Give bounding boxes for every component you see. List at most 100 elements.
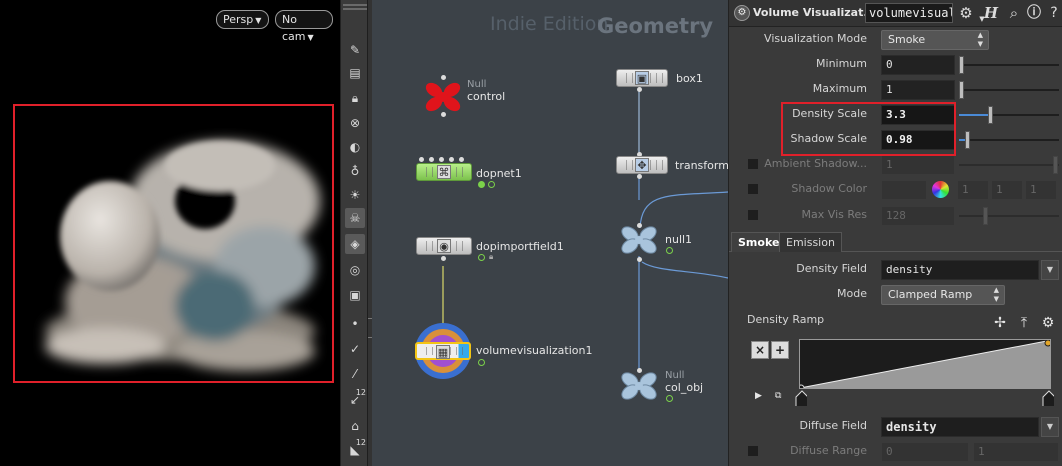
display-options-icon[interactable]: ▤ [345, 63, 365, 83]
ramp-add-key-button[interactable]: + [771, 341, 789, 359]
headlight-icon[interactable]: ☀ [345, 185, 365, 205]
search-icon[interactable]: ⌕ [1005, 4, 1023, 22]
null-node-shape[interactable] [619, 222, 659, 258]
output-port[interactable] [637, 87, 642, 92]
diffuse-range-min-field[interactable]: 0 [881, 442, 969, 462]
diffuse-range-max-field[interactable]: 1 [973, 442, 1059, 462]
output-port[interactable] [637, 257, 642, 262]
scene-viewport[interactable]: Persp ▼ No cam ▼ [0, 0, 340, 466]
display-flag-icon[interactable] [666, 395, 673, 402]
slider-handle[interactable] [959, 81, 964, 99]
node-body[interactable]: ⌘ [416, 163, 472, 181]
play-icon[interactable]: ▶ [755, 390, 767, 402]
target-icon[interactable]: ⊗ [345, 113, 365, 133]
chevron-down-icon[interactable]: ▼ [1041, 417, 1059, 437]
input-port[interactable] [429, 157, 434, 162]
density-scale-slider[interactable] [959, 106, 1059, 124]
ambient-shadow-checkbox[interactable] [747, 158, 759, 170]
output-port[interactable] [637, 174, 642, 179]
node-body[interactable]: ▦ [415, 342, 471, 360]
ramp-spread-icon[interactable]: ⤒ [1015, 314, 1033, 332]
link-icon[interactable]: ⧉ [775, 390, 787, 402]
camera-label: No cam [282, 13, 306, 43]
info-icon[interactable]: ⓘ [1025, 4, 1043, 22]
mode-dropdown[interactable]: Clamped Ramp ▲ ▼ [881, 285, 1005, 305]
ramp-remove-key-button[interactable]: × [751, 341, 769, 359]
node-name: transform... [675, 159, 728, 172]
shadow-color-swatch[interactable] [881, 180, 927, 200]
help-question-icon[interactable]: ? [1045, 4, 1062, 22]
input-port[interactable] [441, 75, 446, 80]
shadow-color-g-field[interactable]: 1 [991, 180, 1023, 200]
input-port[interactable] [419, 157, 424, 162]
display-flag-icon[interactable] [478, 359, 485, 366]
snapshot-icon[interactable]: ▣ [345, 285, 365, 305]
network-editor[interactable]: Indie Edition Geometry Null control ⌘ do… [372, 0, 728, 466]
pin-tool-icon[interactable]: ✎ [345, 40, 365, 60]
slider-handle[interactable] [959, 56, 964, 74]
display-flag-icon[interactable] [478, 181, 485, 188]
max-vis-res-slider[interactable] [959, 207, 1059, 225]
null-node-shape[interactable] [423, 77, 463, 117]
paint-icon[interactable]: ⌂ [345, 416, 365, 436]
slider-handle[interactable] [965, 131, 970, 149]
ambient-shadow-slider[interactable] [959, 156, 1059, 174]
max-vis-res-field[interactable]: 128 [881, 206, 955, 226]
lock-icon[interactable]: 🔒︎ [345, 88, 365, 108]
slider-handle[interactable] [983, 207, 988, 225]
node-name-field[interactable]: volumevisual [865, 3, 953, 23]
shadow-color-b-field[interactable]: 1 [1025, 180, 1057, 200]
help-icon[interactable]: H [982, 4, 1000, 22]
input-port[interactable] [449, 157, 454, 162]
ramp-expand-icon[interactable]: ✢ [991, 314, 1009, 332]
toolstrip-grip[interactable] [343, 4, 367, 10]
shadow-scale-slider[interactable] [959, 131, 1059, 149]
brush-icon[interactable]: ✓ [345, 339, 365, 359]
tab-emission[interactable]: Emission [779, 232, 842, 252]
number-display-icon[interactable]: ↙ 12 [345, 388, 366, 410]
vertex-numbers-icon[interactable]: ◣ 12 [345, 438, 366, 460]
perspective-menu-button[interactable]: Persp ▼ [216, 10, 269, 29]
ramp-key-end[interactable] [1042, 390, 1054, 406]
node-body[interactable]: ◉ [416, 237, 472, 255]
render-flag-icon[interactable] [488, 181, 495, 188]
ambient-shadow-field[interactable]: 1 [881, 155, 955, 175]
display-flag-icon[interactable] [666, 247, 673, 254]
maximum-slider[interactable] [959, 81, 1059, 99]
input-port[interactable] [459, 157, 464, 162]
camera-menu-button[interactable]: No cam ▼ [275, 10, 333, 43]
shadow-color-checkbox[interactable] [747, 183, 759, 195]
point-icon[interactable]: • [345, 314, 365, 334]
minimum-field[interactable]: 0 [881, 55, 955, 75]
node-body[interactable]: ▣ [616, 69, 668, 87]
bulb-icon[interactable]: ♁ [345, 161, 365, 181]
null-node-shape[interactable] [619, 368, 659, 404]
color-wheel-icon[interactable] [932, 181, 949, 198]
density-ramp-editor[interactable] [799, 339, 1051, 389]
visualization-mode-dropdown[interactable]: Smoke ▲ ▼ [881, 30, 989, 50]
ramp-key-start[interactable] [795, 390, 807, 406]
diffuse-range-checkbox[interactable] [747, 445, 759, 457]
slider-handle[interactable] [988, 106, 993, 124]
shadow-color-r-field[interactable]: 1 [957, 180, 989, 200]
node-type-icon[interactable]: ⚙ [734, 5, 750, 21]
display-flag-icon[interactable] [478, 254, 485, 261]
node-body[interactable]: ✥ [616, 156, 668, 174]
pick-icon[interactable]: ⁄ [345, 364, 365, 384]
wire-shading-icon[interactable]: ◈ [345, 234, 365, 254]
visibility-icon[interactable]: ◎ [345, 260, 365, 280]
output-port[interactable] [441, 112, 446, 117]
diffuse-field-input[interactable]: density [881, 417, 1039, 437]
maximum-field[interactable]: 1 [881, 80, 955, 100]
lock-icon[interactable]: 🔒︎ [489, 252, 493, 262]
density-field-input[interactable]: density [881, 260, 1039, 280]
minimum-slider[interactable] [959, 56, 1059, 74]
shading-mode-icon[interactable]: ☠ [345, 208, 365, 228]
chevron-down-icon[interactable]: ▼ [1041, 260, 1059, 280]
max-vis-res-checkbox[interactable] [747, 209, 759, 221]
input-port[interactable] [439, 157, 444, 162]
output-port[interactable] [441, 256, 446, 261]
gear-icon[interactable]: ⚙ [1039, 314, 1057, 332]
slider-handle[interactable] [1053, 156, 1058, 174]
light-icon[interactable]: ◐ [345, 137, 365, 157]
